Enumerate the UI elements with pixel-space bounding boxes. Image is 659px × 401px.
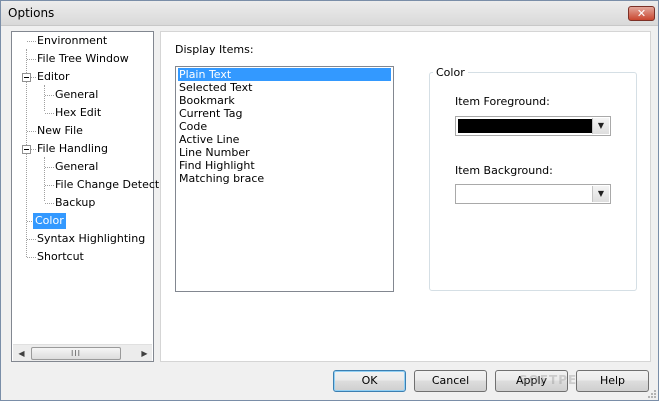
tree-item-shortcut[interactable]: Shortcut: [35, 249, 86, 265]
tree-item-file-handling[interactable]: File Handling: [35, 141, 110, 157]
tree-item-environment[interactable]: Environment: [35, 33, 109, 49]
tree-item-file-tree-window[interactable]: File Tree Window: [35, 51, 131, 67]
list-item-current-tag[interactable]: Current Tag: [178, 107, 391, 120]
item-foreground-dropdown[interactable]: ▼: [455, 116, 611, 136]
tree-item-new-file[interactable]: New File: [35, 123, 85, 139]
list-item-find-highlight[interactable]: Find Highlight: [178, 159, 391, 172]
list-item-code[interactable]: Code: [178, 120, 391, 133]
tree-item-hex-edit[interactable]: Hex Edit: [53, 105, 103, 121]
tree-item-file-handling-general[interactable]: General: [53, 159, 100, 175]
scroll-right-icon[interactable]: ▶: [137, 346, 152, 361]
background-color-swatch: [458, 187, 592, 201]
horizontal-scrollbar[interactable]: ◀ III ▶: [13, 344, 152, 361]
tree-item-color[interactable]: Color: [33, 213, 66, 229]
item-background-dropdown[interactable]: ▼: [455, 184, 611, 204]
item-foreground-label: Item Foreground:: [455, 95, 550, 108]
ok-button[interactable]: OK: [333, 370, 406, 392]
tree-item-file-change-detect[interactable]: File Change Detect: [53, 177, 161, 193]
list-item-matching-brace[interactable]: Matching brace: [178, 172, 391, 185]
list-item-line-number[interactable]: Line Number: [178, 146, 391, 159]
item-background-label: Item Background:: [455, 164, 553, 177]
close-icon: ✕: [636, 7, 647, 20]
options-dialog: Options ✕ Environment File Tree Window E…: [0, 0, 659, 401]
tree-item-backup[interactable]: Backup: [53, 195, 97, 211]
scroll-left-icon[interactable]: ◀: [14, 346, 29, 361]
collapse-icon[interactable]: [22, 73, 31, 82]
list-item-bookmark[interactable]: Bookmark: [178, 94, 391, 107]
color-settings-panel: Display Items: Plain Text Selected Text …: [160, 31, 651, 362]
chevron-down-icon[interactable]: ▼: [592, 186, 609, 202]
title-bar[interactable]: Options ✕: [1, 1, 658, 26]
list-item-selected-text[interactable]: Selected Text: [178, 81, 391, 94]
help-button[interactable]: Help: [576, 370, 649, 392]
tree-connector: [44, 157, 45, 201]
list-item-active-line[interactable]: Active Line: [178, 133, 391, 146]
tree-item-editor-general[interactable]: General: [53, 87, 100, 103]
window-title: Options: [8, 6, 55, 20]
tree-item-editor[interactable]: Editor: [35, 69, 72, 85]
display-items-label: Display Items:: [175, 43, 254, 56]
color-group-title: Color: [433, 66, 468, 79]
resize-grip-icon[interactable]: [647, 389, 657, 399]
foreground-color-swatch: [458, 119, 592, 133]
chevron-down-icon[interactable]: ▼: [592, 118, 609, 134]
scroll-thumb[interactable]: III: [31, 347, 121, 360]
cancel-button[interactable]: Cancel: [414, 370, 487, 392]
list-item-plain-text[interactable]: Plain Text: [178, 68, 391, 81]
close-button[interactable]: ✕: [628, 6, 655, 21]
tree-item-syntax-highlighting[interactable]: Syntax Highlighting: [35, 231, 147, 247]
collapse-icon[interactable]: [22, 145, 31, 154]
category-tree[interactable]: Environment File Tree Window Editor Gene…: [11, 31, 159, 362]
tree-connector: [44, 85, 45, 111]
display-items-list[interactable]: Plain Text Selected Text Bookmark Curren…: [175, 66, 394, 292]
